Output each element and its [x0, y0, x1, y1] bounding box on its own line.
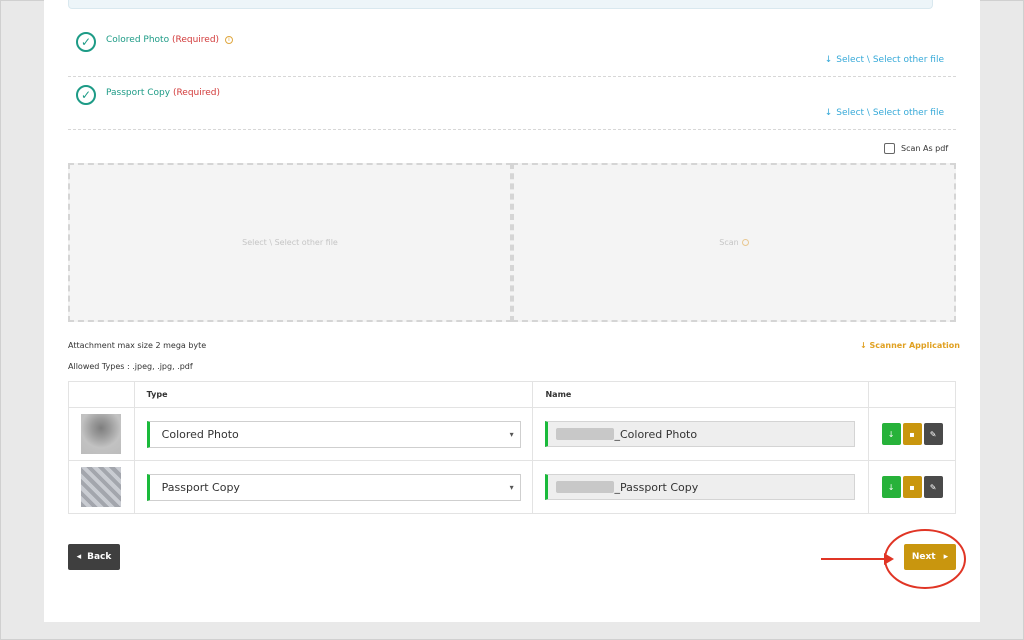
select-link-label: Select \ Select other file [836, 55, 944, 65]
annotation-circle [884, 529, 966, 589]
download-arrow-icon: ↓ [860, 341, 870, 350]
actions-cell: ↓ ▪ ✎ [868, 407, 956, 461]
trash-icon: ▪ [909, 482, 915, 492]
name-field[interactable]: _Passport Copy [545, 474, 856, 500]
gear-icon [741, 239, 749, 246]
type-cell: Colored Photo ▾ [133, 407, 534, 461]
scanner-application-label: Scanner Application [869, 341, 960, 350]
type-select-value: Passport Copy [161, 480, 240, 494]
edit-icon: ✎ [929, 482, 937, 492]
info-icon[interactable]: i [224, 35, 233, 44]
scan-dropzone[interactable]: Scan [512, 163, 956, 322]
scan-as-pdf-label: Scan As pdf [901, 143, 949, 153]
name-cell: _Passport Copy [532, 460, 870, 514]
download-arrow-icon: ↓ [824, 108, 833, 118]
document-name: Passport Copy [106, 88, 171, 98]
select-link-label: Select \ Select other file [836, 108, 944, 118]
document-title: Colored Photo (Required) i [106, 35, 233, 45]
type-select[interactable]: Colored Photo ▾ [146, 420, 521, 448]
check-circle-icon: ✓ [76, 85, 96, 105]
download-icon: ↓ [887, 482, 895, 492]
edit-button[interactable]: ✎ [923, 476, 943, 498]
delete-button[interactable]: ▪ [902, 476, 922, 498]
name-suffix: _Passport Copy [614, 480, 699, 494]
actions-cell: ↓ ▪ ✎ [868, 460, 956, 514]
required-label: (Required) [172, 88, 221, 98]
header-thumb [68, 381, 135, 408]
trash-icon: ▪ [909, 429, 915, 439]
attachment-max-size: Attachment max size 2 mega byte [68, 341, 207, 350]
row-actions: ↓ ▪ ✎ [869, 423, 955, 445]
row-actions: ↓ ▪ ✎ [869, 476, 955, 498]
back-button[interactable]: ◂ Back [68, 544, 120, 570]
download-icon: ↓ [887, 429, 895, 439]
header-type: Type [133, 381, 534, 408]
delete-button[interactable]: ▪ [902, 423, 922, 445]
attachment-thumbnail[interactable] [81, 467, 122, 507]
name-field[interactable]: _Colored Photo [545, 421, 856, 447]
type-select-value: Colored Photo [161, 427, 239, 441]
annotation-arrow-line [821, 558, 889, 560]
back-button-label: Back [87, 552, 112, 562]
thumbnail-cell [68, 460, 135, 514]
chevron-down-icon: ▾ [509, 429, 514, 439]
redacted-name [556, 481, 615, 493]
table-row: Passport Copy ▾ _Passport Copy ↓ ▪ ✎ [68, 460, 956, 514]
attachments-table: Type Name Colored Photo ▾ _Colored Photo… [68, 381, 956, 514]
header-name: Name [532, 381, 870, 408]
required-label: (Required) [171, 35, 220, 45]
dropzone-scan-label: Scan [719, 238, 739, 247]
header-actions [868, 381, 956, 408]
edit-icon: ✎ [929, 429, 937, 439]
dropzone-select-label: Select \ Select other file [242, 238, 338, 247]
allowed-types: Allowed Types : .jpeg, .jpg, .pdf [68, 362, 193, 371]
scanner-application-link[interactable]: ↓ Scanner Application [860, 341, 960, 350]
top-info-bar [68, 0, 933, 9]
chevron-left-icon: ◂ [76, 552, 82, 562]
scan-as-pdf-checkbox[interactable] [884, 142, 895, 154]
type-select[interactable]: Passport Copy ▾ [146, 473, 521, 501]
scan-as-pdf-option[interactable]: Scan As pdf [884, 141, 948, 155]
chevron-down-icon: ▾ [509, 482, 514, 492]
name-suffix: _Colored Photo [614, 427, 698, 441]
download-button[interactable]: ↓ [881, 423, 901, 445]
document-row-colored-photo: ✓ Colored Photo (Required) i ↓ Select \ S… [68, 24, 956, 77]
table-header-row: Type Name [68, 381, 956, 408]
check-circle-icon: ✓ [76, 32, 96, 52]
thumbnail-cell [68, 407, 135, 461]
table-row: Colored Photo ▾ _Colored Photo ↓ ▪ ✎ [68, 407, 956, 461]
edit-button[interactable]: ✎ [923, 423, 943, 445]
document-title: Passport Copy (Required) [106, 88, 220, 98]
select-file-link[interactable]: ↓ Select \ Select other file [825, 108, 944, 118]
download-button[interactable]: ↓ [881, 476, 901, 498]
attachment-thumbnail[interactable] [81, 414, 122, 454]
download-arrow-icon: ↓ [824, 55, 833, 65]
type-cell: Passport Copy ▾ [133, 460, 534, 514]
name-cell: _Colored Photo [532, 407, 870, 461]
select-file-dropzone[interactable]: Select \ Select other file [68, 163, 512, 322]
select-file-link[interactable]: ↓ Select \ Select other file [825, 55, 944, 65]
document-name: Colored Photo [106, 35, 170, 45]
document-row-passport-copy: ✓ Passport Copy (Required) ↓ Select \ Sel… [68, 77, 956, 130]
redacted-name [556, 428, 615, 440]
